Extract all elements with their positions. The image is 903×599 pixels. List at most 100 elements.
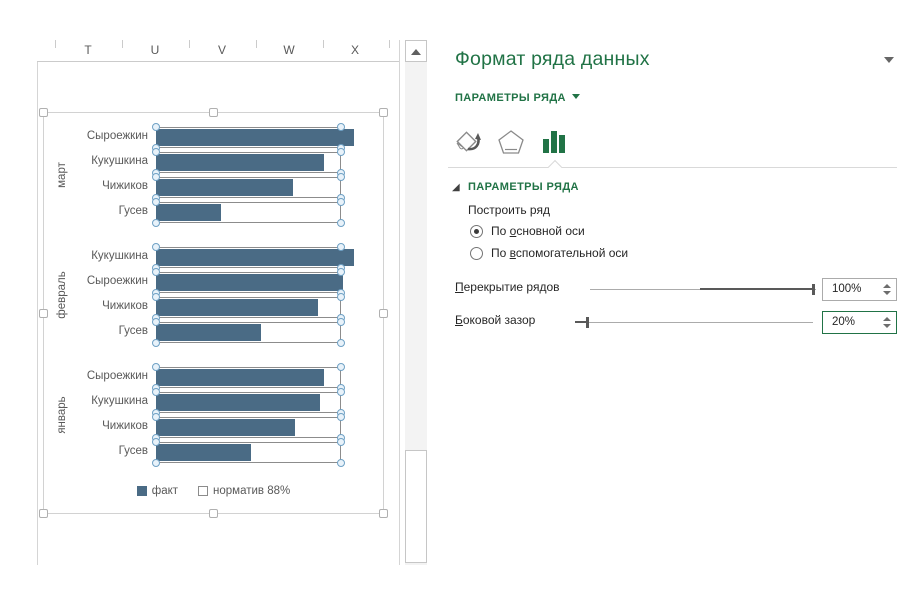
data-point-handle[interactable] [152,123,160,131]
fact-bar[interactable] [156,444,251,461]
fact-bar[interactable] [156,154,325,171]
column-header-w[interactable]: W [269,43,309,57]
column-divider [389,40,390,48]
data-point-handle[interactable] [152,318,160,326]
data-point-handle[interactable] [152,148,160,156]
gap-value[interactable]: 20% [832,316,855,328]
chart-resize-handle[interactable] [39,108,48,117]
fact-bar[interactable] [156,129,354,146]
sheet-right-edge [399,40,400,565]
axis-category-label: Чижиков [102,300,148,312]
data-point-handle[interactable] [152,219,160,227]
data-point-handle[interactable] [152,339,160,347]
radio-secondary-axis-label: По вспомогательной оси [491,246,629,260]
data-point-handle[interactable] [152,198,160,206]
data-point-handle[interactable] [337,293,345,301]
overlap-value-spinbox[interactable]: 100% [822,278,897,301]
data-point-handle[interactable] [337,243,345,251]
column-header-t[interactable]: T [68,43,108,57]
axis-category-label: Гусев [118,445,148,457]
chart-resize-handle[interactable] [209,509,218,518]
column-divider [256,40,257,48]
legend-item[interactable]: факт [136,485,178,497]
chart-legend[interactable]: факт норматив 88% [44,485,383,497]
data-point-handle[interactable] [337,198,345,206]
chart-resize-handle[interactable] [39,309,48,318]
column-header-u[interactable]: U [135,43,175,57]
data-point-handle[interactable] [152,243,160,251]
column-header-x[interactable]: X [335,43,375,57]
selected-tab-notch [547,159,563,175]
data-point-handle[interactable] [337,438,345,446]
scroll-up-button[interactable] [405,40,427,62]
fact-bar[interactable] [156,324,262,341]
fact-bar[interactable] [156,179,293,196]
spin-up-icon [883,284,891,288]
radio-button[interactable] [470,224,483,238]
data-point-handle[interactable] [337,459,345,467]
overlap-slider-thumb[interactable] [812,284,815,295]
pane-subheader[interactable]: ПАРАМЕТРЫ РЯДА [455,92,580,104]
overlap-value[interactable]: 100% [832,283,861,295]
data-point-handle[interactable] [337,318,345,326]
chart-resize-handle[interactable] [379,309,388,318]
data-point-handle[interactable] [152,293,160,301]
chart-resize-handle[interactable] [379,108,388,117]
spinner-buttons[interactable] [880,312,892,333]
gap-slider-thumb[interactable] [586,317,589,328]
data-point-handle[interactable] [152,459,160,467]
data-point-handle[interactable] [337,268,345,276]
column-header-v[interactable]: V [202,43,242,57]
spin-down-icon [883,291,891,295]
section-collapse-icon[interactable]: ◢ [452,182,460,193]
data-point-handle[interactable] [152,173,160,181]
axis-group-label: март [56,162,68,188]
spinner-buttons[interactable] [880,279,892,300]
fill-line-tab[interactable] [452,126,486,160]
fact-bar[interactable] [156,299,318,316]
data-point-handle[interactable] [152,413,160,421]
axis-category-label: Сыроежкин [86,370,148,382]
data-point-handle[interactable] [337,173,345,181]
data-point-handle[interactable] [337,219,345,227]
data-point-handle[interactable] [152,388,160,396]
column-header-strip: T U V W X [37,40,399,62]
format-task-pane: Формат ряда данных ПАРАМЕТРЫ РЯДА ◢ ПАРА… [440,0,903,599]
spin-down-icon [883,324,891,328]
radio-button[interactable] [470,246,483,260]
fact-bar[interactable] [156,249,354,266]
series-options-tab[interactable] [536,126,570,160]
axis-category-label: Кукушкина [91,395,148,407]
scrollbar-thumb[interactable] [405,450,427,563]
fact-bar[interactable] [156,274,344,291]
fact-bar[interactable] [156,394,320,411]
gap-slider-track[interactable] [575,322,813,323]
radio-primary-axis-label: По основной оси [491,224,585,238]
effects-tab[interactable] [494,126,528,160]
chart-resize-handle[interactable] [209,108,218,117]
data-point-handle[interactable] [152,268,160,276]
data-point-handle[interactable] [152,363,160,371]
data-point-handle[interactable] [337,388,345,396]
data-point-handle[interactable] [152,438,160,446]
data-point-handle[interactable] [337,363,345,371]
chart-resize-handle[interactable] [39,509,48,518]
chart-object[interactable]: март Сыроежкин Кукушкина Чижиков Гусев феврал… [39,108,388,518]
series-overlap-label: Перекрытие рядов [455,280,560,294]
radio-secondary-axis[interactable]: По вспомогательной оси [470,246,628,260]
data-point-handle[interactable] [337,123,345,131]
vertical-scrollbar[interactable] [405,40,427,565]
fact-bar[interactable] [156,369,325,386]
data-point-handle[interactable] [337,148,345,156]
fact-bar[interactable] [156,419,295,436]
data-point-handle[interactable] [337,413,345,421]
section-header[interactable]: ПАРАМЕТРЫ РЯДА [468,181,579,193]
scroll-up-arrow-icon [411,49,421,55]
data-point-handle[interactable] [337,339,345,347]
fact-bar[interactable] [156,204,222,221]
legend-item[interactable]: норматив 88% [198,485,290,497]
pane-options-caret-icon[interactable] [884,57,894,63]
gap-value-spinbox[interactable]: 20% [822,311,897,334]
radio-primary-axis[interactable]: По основной оси [470,224,585,238]
chart-resize-handle[interactable] [379,509,388,518]
